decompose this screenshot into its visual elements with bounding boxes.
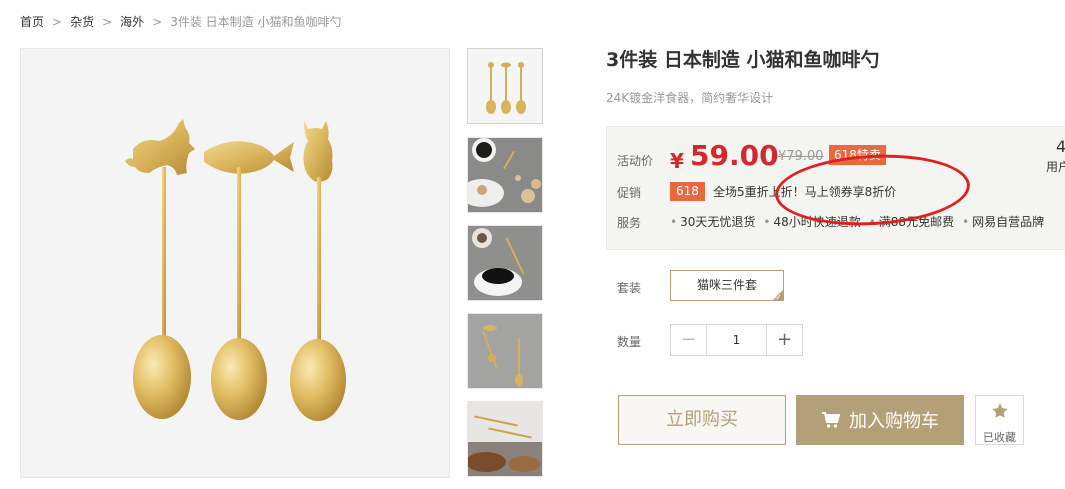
thumbnail-3[interactable] [467, 225, 543, 301]
breadcrumb-subcategory[interactable]: 海外 [120, 13, 144, 30]
product-subtitle: 24K镀金洋食器，简约奢华设计 [606, 91, 774, 105]
promotion-label: 促销 [617, 186, 642, 200]
star-icon [976, 402, 1023, 424]
quantity-stepper: − + [670, 324, 803, 356]
sku-option-label: 猫咪三件套 [696, 278, 757, 292]
add-to-cart-button[interactable]: 加入购物车 [796, 395, 964, 445]
product-image-spoons [125, 119, 346, 421]
buy-now-button[interactable]: 立即购买 [618, 395, 786, 445]
quantity-input[interactable] [707, 325, 766, 355]
service-item: 30天无忧退货 [670, 213, 755, 230]
product-title: 3件装 日本制造 小猫和鱼咖啡勺 [606, 49, 880, 71]
main-product-image [20, 48, 450, 478]
chevron-right-icon: > [102, 14, 113, 29]
breadcrumb: 首页 > 杂货 > 海外 > 3件装 日本制造 小猫和鱼咖啡勺 [20, 13, 342, 30]
current-price: 59.00 [690, 139, 779, 172]
breadcrumb-current: 3件装 日本制造 小猫和鱼咖啡勺 [170, 15, 342, 29]
thumbnail-4[interactable] [467, 313, 543, 389]
thumbnail-image [468, 138, 542, 212]
original-price: ¥79.00 [778, 149, 824, 164]
favorite-button[interactable]: 已收藏 [975, 395, 1024, 445]
side-count-label: 用户 [1046, 160, 1065, 174]
sku-option-selected[interactable]: 猫咪三件套 ✓ [670, 270, 784, 302]
thumbnail-image [468, 226, 542, 300]
cart-icon [821, 411, 841, 429]
thumbnail-image [468, 402, 542, 476]
promotion-badge: 618 [670, 182, 705, 201]
breadcrumb-category[interactable]: 杂货 [70, 13, 94, 30]
thumbnail-1[interactable] [467, 48, 543, 124]
check-icon: ✓ [775, 293, 782, 302]
thumbnail-5[interactable] [467, 401, 543, 477]
favorite-label: 已收藏 [983, 431, 1016, 444]
chevron-right-icon: > [52, 14, 63, 29]
quantity-increase-button[interactable]: + [766, 325, 802, 355]
add-to-cart-label: 加入购物车 [849, 411, 939, 432]
sku-label: 套装 [617, 281, 642, 295]
breadcrumb-home[interactable]: 首页 [20, 13, 44, 30]
thumbnail-image [486, 62, 526, 114]
service-item: 48小时快速退款 [763, 213, 860, 230]
promotion-text[interactable]: 全场5重折上折！马上领券享8折价 [713, 183, 896, 200]
side-count: 4 [1056, 137, 1065, 156]
service-list: 30天无忧退货 48小时快速退款 满88元免邮费 网易自营品牌 [670, 213, 1052, 230]
thumbnail-image [468, 314, 542, 388]
service-label: 服务 [617, 216, 642, 230]
activity-price-label: 活动价 [617, 154, 654, 168]
service-item: 网易自营品牌 [962, 213, 1044, 230]
chevron-right-icon: > [152, 14, 163, 29]
thumbnail-2[interactable] [467, 137, 543, 213]
quantity-label: 数量 [617, 335, 642, 349]
service-item: 满88元免邮费 [869, 213, 954, 230]
price-currency: ¥ [670, 149, 684, 173]
quantity-decrease-button[interactable]: − [671, 325, 707, 355]
sale-tag: 618特卖 [829, 145, 886, 165]
